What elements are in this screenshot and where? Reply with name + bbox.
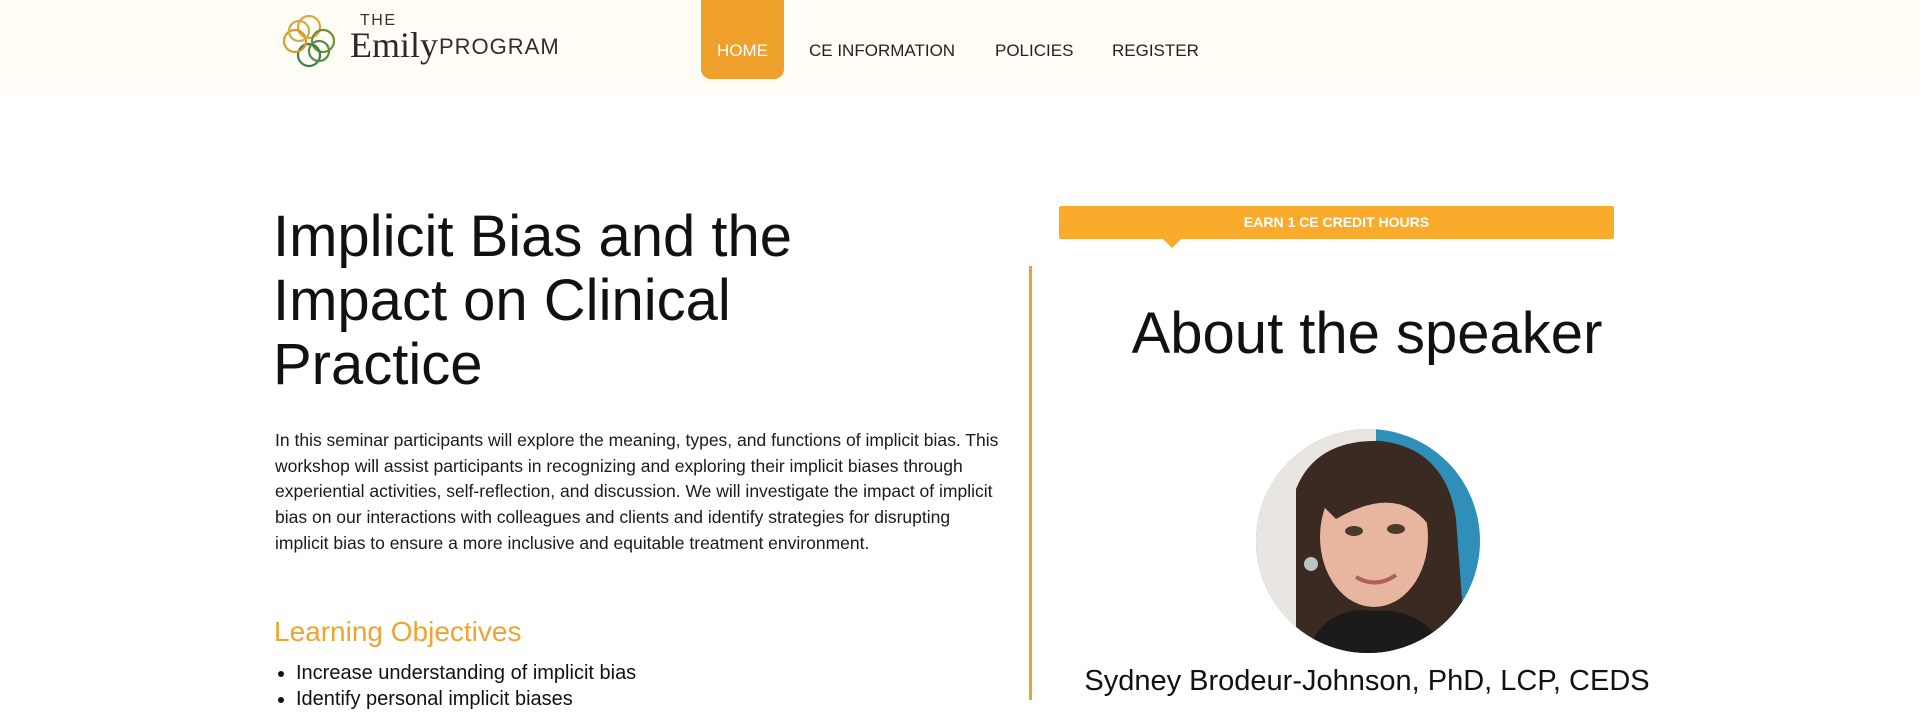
emily-program-logo[interactable]: THE Emily PROGRAM [278,8,578,70]
about-speaker-heading: About the speaker [1131,301,1603,366]
page-title: Implicit Bias and the Impact on Clinical… [273,204,793,397]
speaker-photo-image [1256,429,1480,653]
logo-program-text: PROGRAM [439,34,560,59]
speaker-photo [1256,429,1480,653]
logo-emily-text: Emily [350,25,438,65]
ce-credit-banner: EARN 1 CE CREDIT HOURS [1059,206,1614,239]
column-divider [1029,266,1032,700]
nav-ce-information[interactable]: CE INFORMATION [809,0,955,79]
list-item: Increase understanding of implicit bias [296,660,996,686]
seminar-description: In this seminar participants will explor… [275,430,999,553]
speaker-name: Sydney Brodeur-Johnson, PhD, LCP, CEDS [1084,665,1650,697]
learning-objectives-heading: Learning Objectives [274,616,522,647]
list-item: Identify personal implicit biases [296,686,996,712]
nav-policies[interactable]: POLICIES [995,0,1073,79]
nav-register[interactable]: REGISTER [1112,0,1199,79]
banner-pointer [1163,239,1181,248]
nav-home[interactable]: HOME [701,0,784,79]
flower-logo-icon [282,14,336,68]
learning-objectives-list: Increase understanding of implicit bias … [274,660,996,712]
site-header: THE Emily PROGRAM HOME CE INFORMATION PO… [0,0,1920,92]
